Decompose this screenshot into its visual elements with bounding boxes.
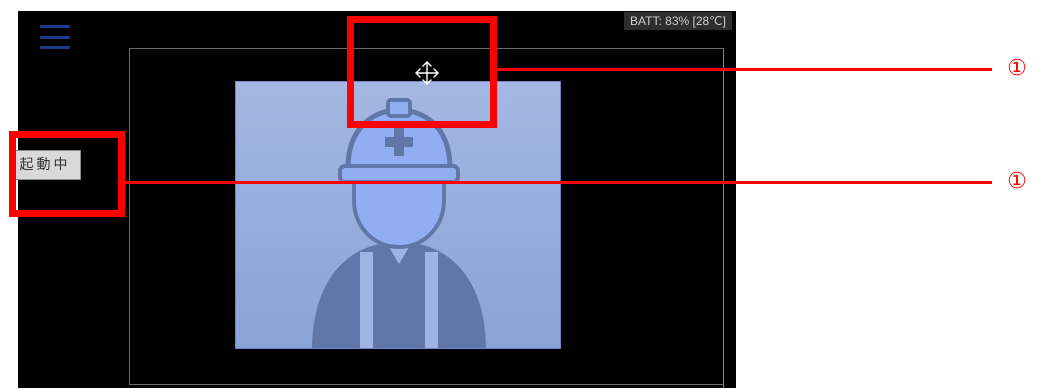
frame-edge-line	[723, 49, 724, 388]
battery-status: BATT: 83% [28℃]	[624, 12, 732, 30]
hamburger-menu-icon[interactable]	[40, 25, 70, 49]
annotation-label-2: ①	[1007, 169, 1027, 194]
annotation-line-1	[497, 68, 992, 71]
annotation-line-2	[121, 181, 992, 184]
annotation-box-start	[9, 131, 125, 217]
annotation-box-move	[347, 16, 497, 128]
annotation-label-1: ①	[1007, 56, 1027, 81]
